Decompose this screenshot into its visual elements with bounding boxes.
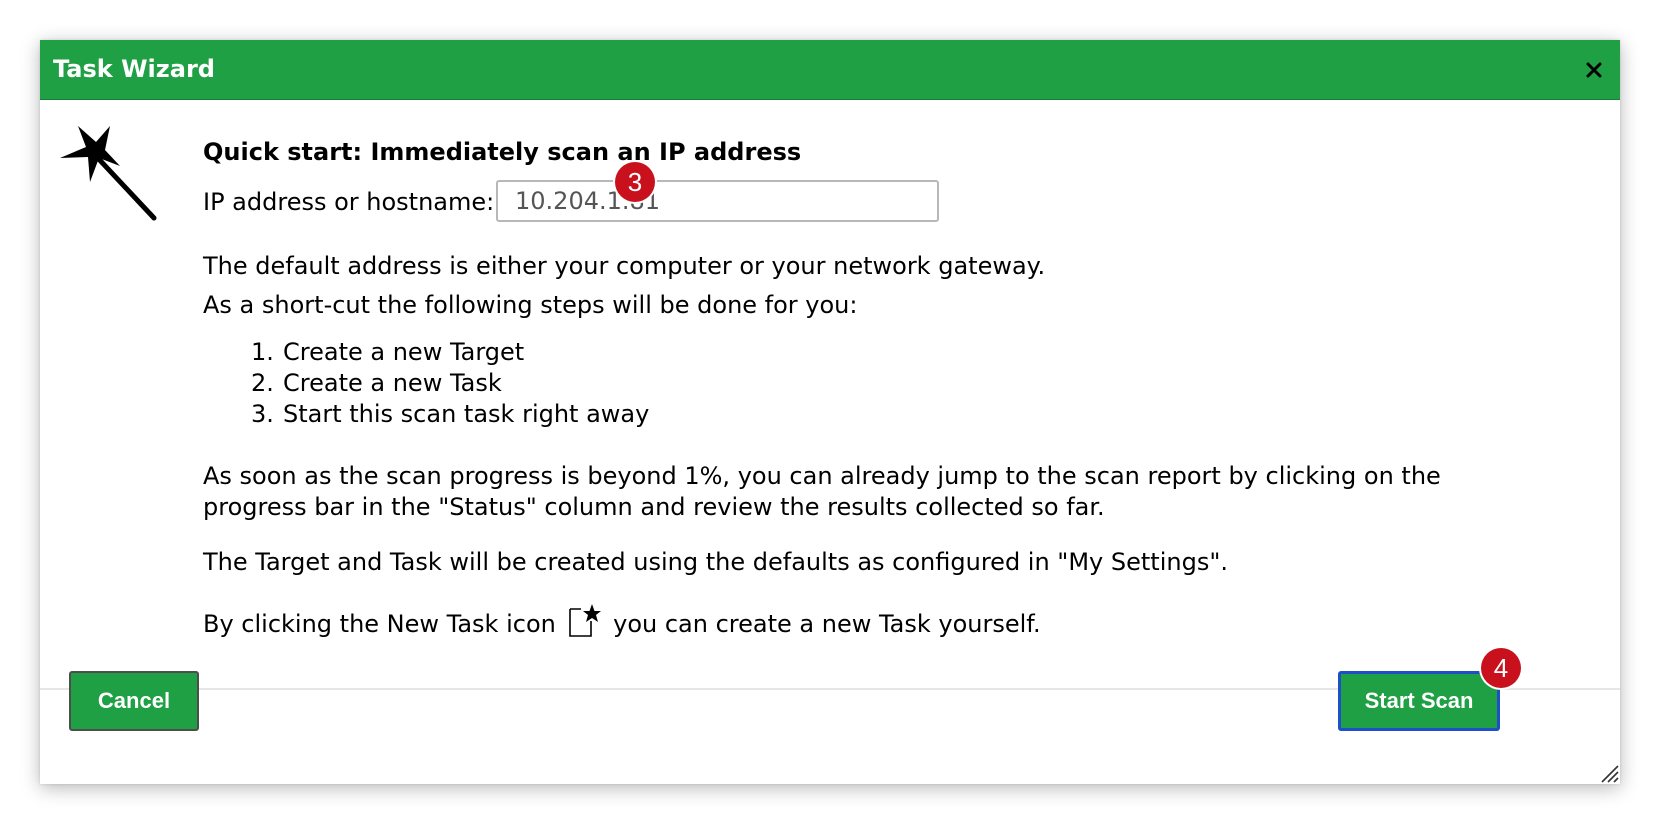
progress-note: As soon as the scan progress is beyond 1…	[203, 462, 1441, 521]
annotation-badge-4: 4	[1481, 648, 1521, 688]
new-task-prefix: By clicking the New Task icon	[203, 610, 556, 638]
ip-label: IP address or hostname:	[203, 188, 495, 216]
list-item: 3. Start this scan task right away	[251, 400, 650, 428]
ip-address-input[interactable]	[496, 180, 939, 222]
list-item: 2. Create a new Task	[251, 369, 502, 397]
new-task-suffix: you can create a new Task yourself.	[613, 610, 1041, 638]
cancel-button[interactable]: Cancel	[69, 671, 199, 731]
dialog-titlebar[interactable]: Task Wizard	[40, 40, 1620, 100]
new-task-icon[interactable]	[567, 604, 602, 638]
wizard-heading: Quick start: Immediately scan an IP addr…	[203, 138, 802, 166]
new-task-note: By clicking the New Task icon you can cr…	[203, 604, 1041, 638]
defaults-note: The Target and Task will be created usin…	[203, 548, 1228, 576]
resize-grip-icon[interactable]	[1596, 760, 1620, 784]
steps-list: 1. Create a new Target 2. Create a new Tas…	[203, 337, 649, 430]
close-icon[interactable]	[1582, 58, 1606, 82]
task-wizard-dialog: Task Wizard Quick start: Immediately sca…	[40, 40, 1620, 784]
annotation-badge-3: 3	[615, 162, 655, 202]
start-scan-button[interactable]: Start Scan	[1338, 671, 1500, 731]
list-item: 1. Create a new Target	[251, 338, 525, 366]
default-address-note: The default address is either your compu…	[203, 252, 1046, 280]
shortcut-note: As a short-cut the following steps will …	[203, 291, 858, 319]
dialog-title: Task Wizard	[53, 55, 215, 83]
magic-wand-icon	[60, 126, 157, 221]
